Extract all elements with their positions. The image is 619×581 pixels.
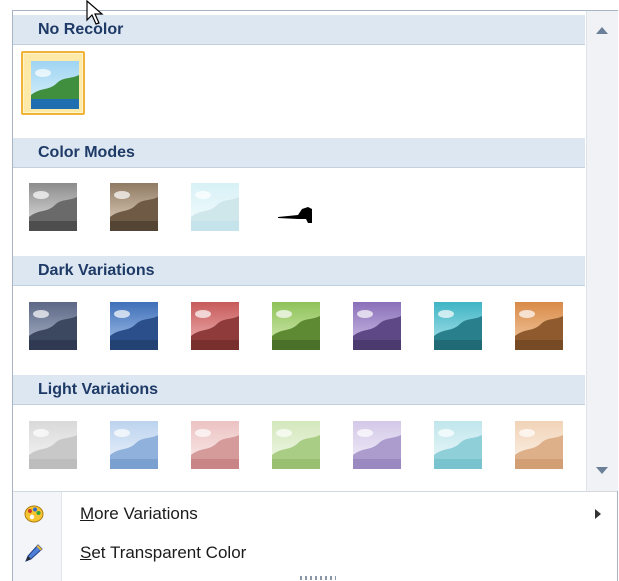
landscape-image-icon (353, 421, 401, 469)
recolor-option-dark-blue-gray[interactable] (21, 294, 85, 358)
arrow-down-icon (596, 467, 608, 474)
recolor-option-original[interactable] (21, 51, 85, 115)
recolor-option-dark-aqua[interactable] (426, 294, 490, 358)
recolor-option-washout[interactable] (183, 175, 247, 239)
palette-icon (23, 503, 45, 525)
landscape-image-icon (110, 421, 158, 469)
recolor-option-grayscale[interactable] (21, 175, 85, 239)
landscape-image-icon (29, 183, 77, 231)
landscape-image-icon (353, 302, 401, 350)
more-variations-menu-item[interactable]: More Variations (13, 496, 617, 532)
accelerator-key: M (80, 504, 95, 523)
section-title: No Recolor (38, 21, 124, 38)
recolor-option-light-green[interactable] (264, 413, 328, 477)
landscape-image-icon (272, 421, 320, 469)
recolor-option-dark-orange[interactable] (507, 294, 571, 358)
label-rest: et Transparent Color (91, 543, 247, 562)
label-rest: ore Variations (94, 504, 198, 523)
recolor-option-light-blue[interactable] (102, 413, 166, 477)
recolor-option-light-purple[interactable] (345, 413, 409, 477)
recolor-option-sepia[interactable] (102, 175, 166, 239)
landscape-image-icon (515, 302, 563, 350)
recolor-option-light-gray[interactable] (21, 413, 85, 477)
landscape-image-icon (191, 183, 239, 231)
recolor-option-dark-red[interactable] (183, 294, 247, 358)
more-variations-label: More Variations (80, 504, 198, 524)
landscape-image-icon (29, 302, 77, 350)
recolor-dropdown-panel: No Recolor Color Modes Dark Variations L… (12, 10, 618, 581)
recolor-option-light-aqua[interactable] (426, 413, 490, 477)
landscape-image-icon (272, 302, 320, 350)
section-title: Color Modes (38, 144, 135, 161)
scroll-up-button[interactable] (587, 11, 618, 51)
scroll-down-button[interactable] (587, 451, 618, 491)
gallery-scrollbar[interactable] (586, 11, 618, 491)
section-header-light-variations: Light Variations (13, 375, 585, 405)
set-transparent-color-label: Set Transparent Color (80, 543, 246, 563)
resize-grip[interactable] (300, 576, 336, 580)
recolor-option-light-red[interactable] (183, 413, 247, 477)
landscape-image-icon (29, 421, 77, 469)
landscape-image-icon (191, 302, 239, 350)
section-title: Dark Variations (38, 262, 155, 279)
section-title: Light Variations (38, 381, 159, 398)
landscape-image-icon (110, 302, 158, 350)
recolor-option-light-orange[interactable] (507, 413, 571, 477)
landscape-image-icon (191, 421, 239, 469)
set-transparent-color-menu-item[interactable]: Set Transparent Color (13, 535, 617, 571)
accelerator-key: S (80, 543, 92, 562)
recolor-gallery: No Recolor Color Modes Dark Variations L… (13, 11, 585, 491)
landscape-image-icon (434, 302, 482, 350)
landscape-image-icon (434, 421, 482, 469)
recolor-option-black-and-white[interactable] (264, 175, 328, 239)
recolor-option-dark-green[interactable] (264, 294, 328, 358)
recolor-option-dark-blue[interactable] (102, 294, 166, 358)
landscape-image-icon (515, 421, 563, 469)
recolor-option-dark-purple[interactable] (345, 294, 409, 358)
mouse-cursor-icon (86, 0, 104, 25)
recolor-menu: More Variations Set Transparent Color (13, 491, 617, 581)
section-header-dark-variations: Dark Variations (13, 256, 585, 286)
arrow-up-icon (596, 27, 608, 34)
landscape-image-icon (31, 61, 79, 109)
submenu-arrow-icon (595, 509, 601, 519)
section-header-color-modes: Color Modes (13, 138, 585, 168)
landscape-image-icon (110, 183, 158, 231)
pencil-eyedropper-icon (23, 542, 45, 564)
landscape-image-icon (272, 183, 320, 231)
